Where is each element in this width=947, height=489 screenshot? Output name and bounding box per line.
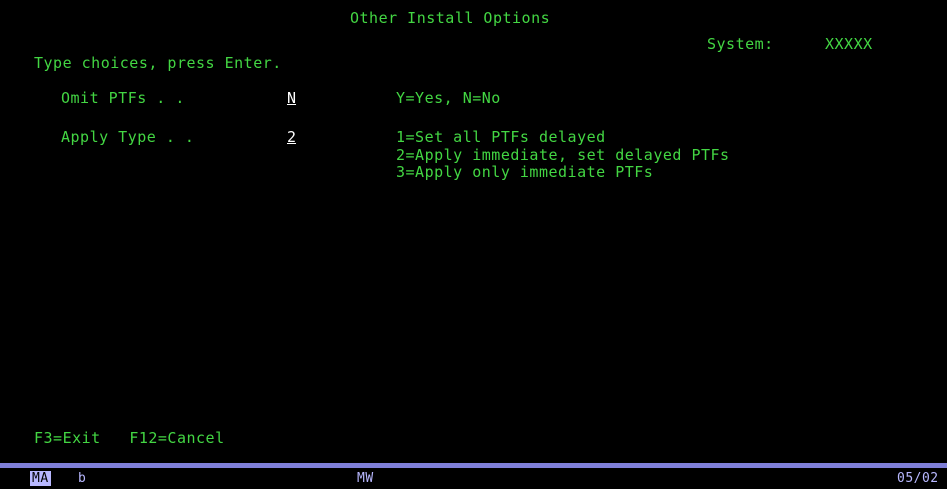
apply-type-label: Apply Type . . [61, 128, 195, 146]
screen-title: Other Install Options [350, 9, 551, 27]
status-divider [0, 463, 947, 468]
operator-info-area: MA b MW 05/02 [0, 469, 947, 489]
oia-input-mode: MW [357, 471, 374, 486]
apply-type-help-option-1: 1=Set all PTFs delayed [396, 128, 606, 146]
system-label: System: [707, 35, 774, 53]
omit-ptfs-input[interactable] [287, 90, 301, 106]
oia-cursor-position: 05/02 [897, 471, 939, 486]
instructions-text: Type choices, press Enter. [34, 54, 282, 72]
oia-status-indicator: b [78, 471, 87, 486]
apply-type-input[interactable] [287, 129, 301, 145]
function-key-bar: F3=Exit F12=Cancel [34, 430, 225, 446]
apply-type-help-option-3: 3=Apply only immediate PTFs [396, 163, 654, 181]
apply-type-help-option-2: 2=Apply immediate, set delayed PTFs [396, 146, 730, 164]
omit-ptfs-help: Y=Yes, N=No [396, 89, 501, 107]
omit-ptfs-label: Omit PTFs . . [61, 89, 185, 107]
oia-mode-indicator: MA [30, 471, 51, 486]
terminal-screen: Other Install Options System: XXXXX Type… [0, 0, 947, 489]
f3-exit-key[interactable]: F3=Exit [34, 429, 101, 447]
f12-cancel-key[interactable]: F12=Cancel [129, 429, 224, 447]
system-value: XXXXX [825, 35, 873, 53]
